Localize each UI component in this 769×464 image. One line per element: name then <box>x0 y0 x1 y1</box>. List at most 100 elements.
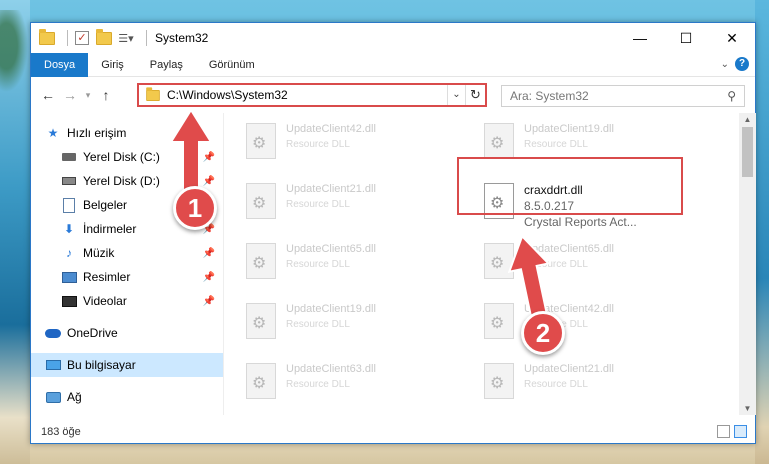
dll-file-icon <box>246 123 276 159</box>
file-item[interactable]: UpdateClient19.dll Resource DLL <box>462 121 682 161</box>
file-item[interactable]: UpdateClient21.dll Resource DLL <box>462 361 682 401</box>
view-switcher <box>717 425 747 438</box>
file-name: UpdateClient19.dll <box>524 123 614 135</box>
pin-icon: 📌 <box>202 175 215 187</box>
file-description: Crystal Reports Act... <box>524 215 637 229</box>
ribbon-tabs: Dosya Giriş Paylaş Görünüm ⌄ ? <box>31 52 755 77</box>
refresh-icon[interactable]: ↻ <box>465 85 485 105</box>
sidebar-item-label: Bu bilgisayar <box>67 358 136 372</box>
dll-file-icon <box>484 123 514 159</box>
file-description: Resource DLL <box>286 199 350 210</box>
properties-icon[interactable]: ✓ <box>74 30 90 46</box>
sidebar-item-label: Ağ <box>67 390 82 404</box>
file-name: UpdateClient19.dll <box>286 303 376 315</box>
vertical-scrollbar[interactable]: ▲ ▼ <box>739 113 756 415</box>
sidebar-item-this-pc[interactable]: Bu bilgisayar <box>31 353 223 377</box>
desktop-palm-decoration <box>0 10 32 100</box>
dll-file-icon <box>484 243 514 279</box>
file-name: UpdateClient63.dll <box>286 363 376 375</box>
file-description: Resource DLL <box>286 139 350 150</box>
recent-locations-icon[interactable]: ▾ <box>81 90 95 101</box>
music-icon: ♪ <box>66 246 72 260</box>
close-button[interactable]: ✕ <box>709 23 755 53</box>
navigation-bar: ← → ▾ ↑ C:\Windows\System32 ⌄ ↻ Ara: Sys… <box>31 77 755 113</box>
back-button[interactable]: ← <box>37 87 59 103</box>
sidebar-item-quick-access[interactable]: ★ Hızlı erişim <box>45 121 237 145</box>
sidebar-item-onedrive[interactable]: OneDrive <box>45 321 223 345</box>
step-marker-2: 2 <box>521 311 565 355</box>
up-button[interactable]: ↑ <box>95 87 117 103</box>
address-history-dropdown-icon[interactable]: ⌄ <box>447 85 465 105</box>
sidebar-item-network[interactable]: Ağ <box>45 385 223 409</box>
search-icon[interactable]: ⚲ <box>727 89 736 103</box>
tab-view[interactable]: Görünüm <box>196 53 268 77</box>
desktop-background-right <box>755 0 769 464</box>
cloud-icon <box>45 325 61 341</box>
file-description: Resource DLL <box>524 259 588 270</box>
sidebar-item-disk-c[interactable]: Yerel Disk (C:) 📌 <box>61 145 223 169</box>
new-folder-icon[interactable] <box>96 28 112 46</box>
sidebar-item-videos[interactable]: Videolar 📌 <box>61 289 223 313</box>
scroll-up-icon[interactable]: ▲ <box>739 115 756 124</box>
sidebar-item-label: Hızlı erişim <box>67 126 127 140</box>
address-path: C:\Windows\System32 <box>167 88 288 102</box>
downloads-icon: ⬇ <box>63 222 75 236</box>
file-name: UpdateClient42.dll <box>286 123 376 135</box>
sidebar-item-label: Videolar <box>83 294 127 308</box>
network-icon <box>45 389 61 405</box>
tab-file[interactable]: Dosya <box>31 52 89 77</box>
customize-toolbar-icon[interactable]: ☰▾ <box>118 30 134 46</box>
file-name: UpdateClient21.dll <box>524 363 614 375</box>
title-bar: ✓ ☰▾ System32 — ☐ ✕ <box>31 23 755 53</box>
scroll-down-icon[interactable]: ▼ <box>739 404 756 413</box>
pictures-icon <box>61 269 77 285</box>
search-placeholder: Ara: System32 <box>510 89 589 103</box>
pin-icon: 📌 <box>202 271 215 283</box>
dll-file-icon <box>246 363 276 399</box>
documents-icon <box>61 197 77 213</box>
window-title: System32 <box>155 31 209 45</box>
sidebar-item-label: Yerel Disk (C:) <box>83 150 160 164</box>
sidebar-item-music[interactable]: ♪ Müzik 📌 <box>61 241 223 265</box>
window-controls: — ☐ ✕ <box>617 23 755 53</box>
sidebar-item-label: Resimler <box>83 270 131 284</box>
forward-button[interactable]: → <box>59 87 81 103</box>
address-bar[interactable]: C:\Windows\System32 ⌄ ↻ <box>137 83 487 107</box>
dll-file-icon <box>246 243 276 279</box>
pin-icon: 📌 <box>202 151 215 163</box>
file-item[interactable]: UpdateClient21.dll Resource DLL <box>224 181 444 221</box>
file-name: UpdateClient65.dll <box>286 243 376 255</box>
file-description: Resource DLL <box>286 259 350 270</box>
expand-ribbon-icon[interactable]: ⌄ <box>721 59 729 70</box>
file-name: UpdateClient21.dll <box>286 183 376 195</box>
file-item[interactable]: UpdateClient65.dll Resource DLL <box>224 241 444 281</box>
folder-icon <box>39 28 55 46</box>
sidebar-item-pictures[interactable]: Resimler 📌 <box>61 265 223 289</box>
drive-icon <box>61 173 77 189</box>
details-view-icon[interactable] <box>717 425 730 438</box>
search-input[interactable]: Ara: System32 ⚲ <box>501 85 745 107</box>
highlight-box <box>457 157 683 215</box>
file-description: Resource DLL <box>286 379 350 390</box>
tab-home[interactable]: Giriş <box>88 53 137 77</box>
maximize-button[interactable]: ☐ <box>663 23 709 53</box>
dll-file-icon <box>484 363 514 399</box>
tiles-view-icon[interactable] <box>734 425 747 438</box>
scrollbar-thumb[interactable] <box>742 127 753 177</box>
file-item[interactable]: UpdateClient42.dll Resource DLL <box>224 121 444 161</box>
file-item[interactable]: UpdateClient42.dllResource DLL <box>462 301 682 341</box>
status-bar: 183 öğe <box>31 421 755 443</box>
sidebar-item-label: İndirmeler <box>83 222 137 236</box>
file-description: Resource DLL <box>524 379 588 390</box>
toolbar-divider <box>67 30 68 46</box>
explorer-window: ✓ ☰▾ System32 — ☐ ✕ Dosya Giriş Paylaş G… <box>30 22 756 444</box>
step-marker-1: 1 <box>173 186 217 230</box>
minimize-button[interactable]: — <box>617 23 663 53</box>
file-item[interactable]: UpdateClient19.dll Resource DLL <box>224 301 444 341</box>
tab-share[interactable]: Paylaş <box>137 53 196 77</box>
computer-icon <box>45 357 61 373</box>
file-item[interactable]: UpdateClient63.dll Resource DLL <box>224 361 444 401</box>
quick-access-toolbar: ✓ ☰▾ System32 <box>31 23 208 53</box>
file-item[interactable]: UpdateClient65.dll Resource DLL <box>462 241 682 281</box>
help-icon[interactable]: ? <box>735 57 749 71</box>
